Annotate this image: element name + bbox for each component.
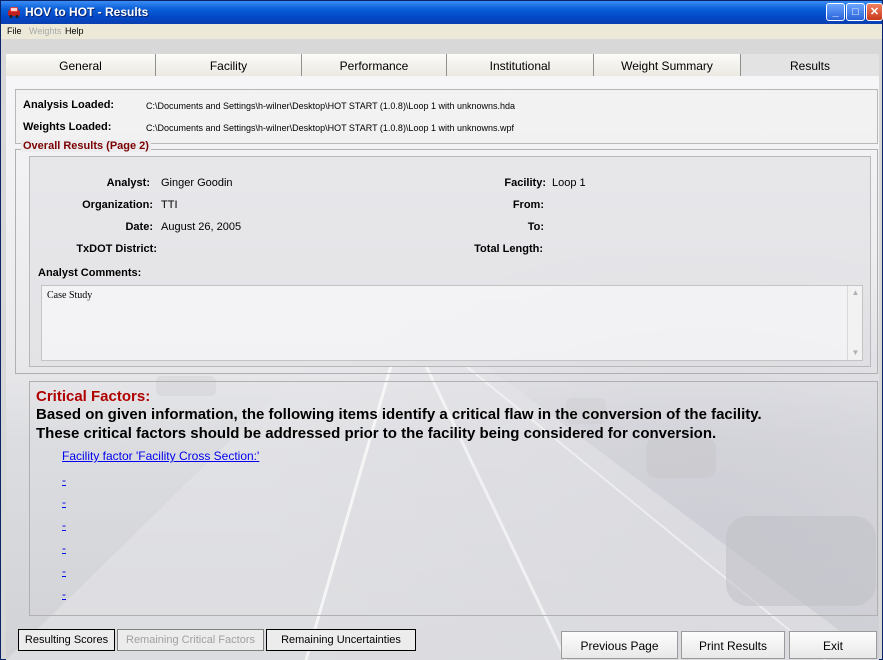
menu-bar: File Weights Help: [1, 24, 882, 39]
analysis-path: C:\Documents and Settings\h-wilner\Deskt…: [146, 101, 516, 111]
analyst-comments-textarea[interactable]: Case Study: [41, 285, 863, 361]
critical-description-line-1: Based on given information, the followin…: [36, 406, 762, 423]
minimize-button[interactable]: _: [826, 3, 845, 21]
analysis-loaded-label: Analysis Loaded:: [23, 99, 115, 111]
menu-file[interactable]: File: [7, 26, 22, 36]
critical-factor-link[interactable]: -: [62, 587, 66, 601]
scroll-down-arrow-icon[interactable]: ▼: [848, 346, 863, 360]
car-icon: [8, 7, 20, 19]
to-label: To:: [527, 221, 544, 233]
facility-value: Loop 1: [552, 177, 586, 189]
overall-results-legend: Overall Results (Page 2): [21, 140, 151, 152]
loaded-files-box: [15, 89, 878, 144]
comments-scrollbar[interactable]: ▲ ▼: [847, 286, 862, 360]
critical-factor-link[interactable]: -: [62, 518, 66, 532]
tab-strip: General Facility Performance Institution…: [6, 54, 879, 76]
tab-performance[interactable]: Performance: [302, 54, 447, 76]
analyst-comments-text: Case Study: [47, 290, 93, 301]
tab-facility[interactable]: Facility: [156, 54, 302, 76]
scroll-up-arrow-icon[interactable]: ▲: [848, 286, 863, 300]
previous-page-button[interactable]: Previous Page: [561, 631, 678, 659]
tab-general[interactable]: General: [6, 54, 156, 76]
tab-weight-summary[interactable]: Weight Summary: [594, 54, 741, 76]
critical-factor-link[interactable]: -: [62, 495, 66, 509]
results-window: HOV to HOT - Results _ □ ✕ File Weights …: [0, 0, 883, 660]
date-label: Date:: [125, 221, 153, 233]
maximize-button[interactable]: □: [846, 3, 865, 21]
date-value: August 26, 2005: [161, 221, 242, 233]
critical-description-line-2: These critical factors should be address…: [36, 425, 717, 442]
critical-factor-link[interactable]: -: [62, 541, 66, 555]
critical-factors-description: Based on given information, the followin…: [36, 405, 876, 443]
close-button[interactable]: ✕: [866, 3, 883, 21]
remaining-critical-factors-button: Remaining Critical Factors: [117, 629, 264, 651]
exit-button[interactable]: Exit: [789, 631, 877, 659]
analyst-value: Ginger Goodin: [161, 177, 233, 189]
tab-results[interactable]: Results: [741, 54, 879, 76]
weights-loaded-label: Weights Loaded:: [23, 121, 112, 133]
resulting-scores-button[interactable]: Resulting Scores: [18, 629, 115, 651]
critical-factor-link[interactable]: -: [62, 564, 66, 578]
tab-institutional[interactable]: Institutional: [447, 54, 594, 76]
organization-value: TTI: [161, 199, 178, 211]
facility-label: Facility:: [504, 177, 546, 189]
print-results-button[interactable]: Print Results: [681, 631, 785, 659]
organization-label: Organization:: [82, 199, 153, 211]
critical-factors-title: Critical Factors:: [36, 388, 151, 405]
critical-factor-link[interactable]: Facility factor 'Facility Cross Section:…: [62, 449, 259, 463]
remaining-uncertainties-button[interactable]: Remaining Uncertainties: [266, 629, 416, 651]
title-bar[interactable]: HOV to HOT - Results _ □ ✕: [1, 1, 883, 24]
menu-weights: Weights: [29, 26, 62, 36]
from-label: From:: [512, 199, 544, 211]
total-length-label: Total Length:: [474, 243, 543, 255]
menu-help[interactable]: Help: [65, 26, 84, 36]
critical-factor-link[interactable]: -: [62, 473, 66, 487]
analyst-label: Analyst:: [106, 177, 150, 189]
analyst-comments-label: Analyst Comments:: [38, 267, 142, 279]
txdot-district-label: TxDOT District:: [76, 243, 157, 255]
window-title: HOV to HOT - Results: [25, 5, 149, 19]
weights-path: C:\Documents and Settings\h-wilner\Deskt…: [146, 123, 515, 133]
